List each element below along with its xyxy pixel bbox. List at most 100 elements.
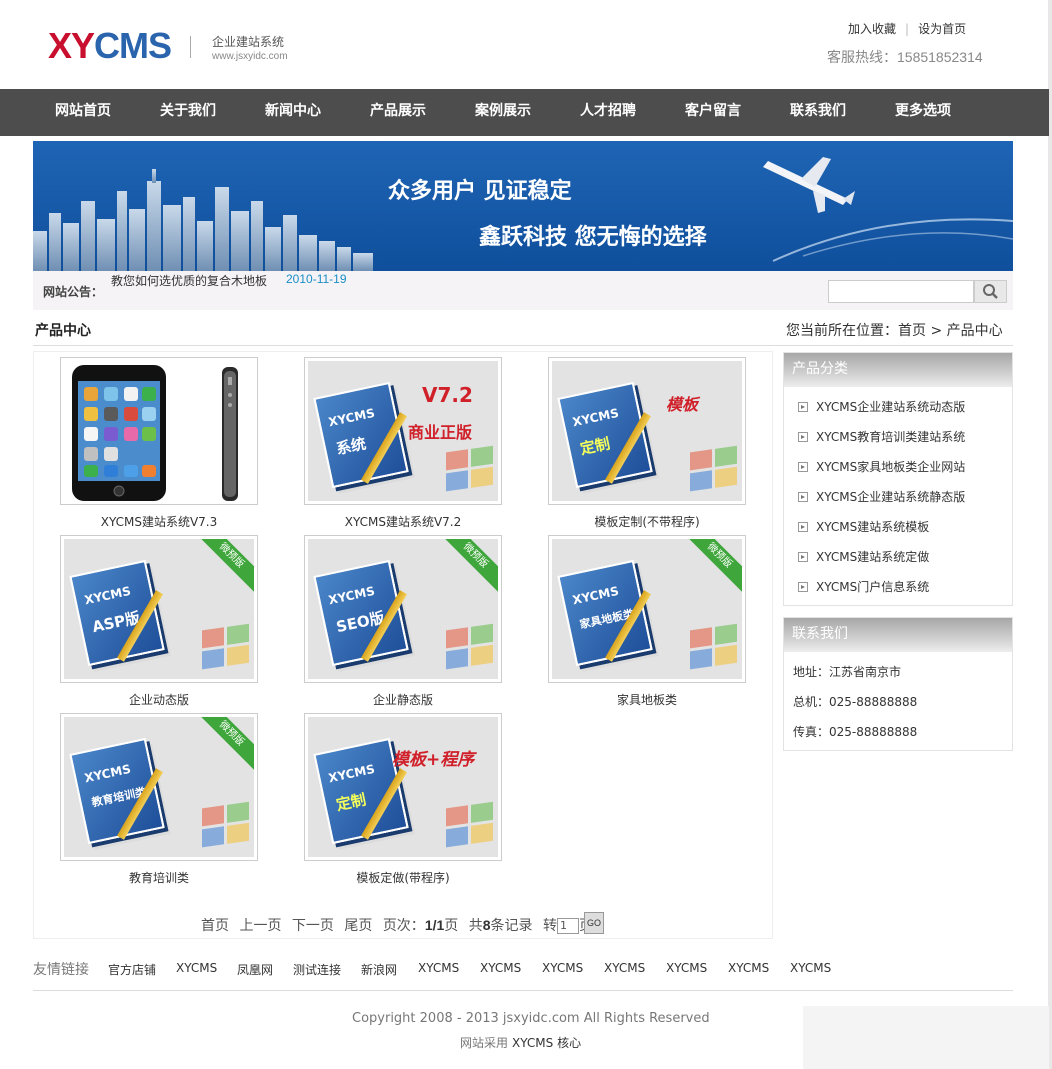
product-card[interactable]: 微预版 XYCMS 家具地板类 家具地板类 xyxy=(548,535,746,708)
friend-link[interactable]: XYCMS xyxy=(418,961,459,975)
product-thumbnail[interactable]: 微预版 XYCMS 家具地板类 xyxy=(548,535,746,683)
go-button[interactable]: GO xyxy=(584,912,604,934)
ribbon-badge: 微预版 xyxy=(436,539,498,595)
breadcrumb-divider xyxy=(33,345,1013,346)
pager-next[interactable]: 下一页 xyxy=(292,918,334,934)
product-thumbnail[interactable]: 微预版 XYCMS ASP版 xyxy=(60,535,258,683)
product-caption[interactable]: 企业动态版 xyxy=(60,691,258,708)
product-caption[interactable]: 企业静态版 xyxy=(304,691,502,708)
hotline-number: 15851852314 xyxy=(897,49,983,65)
site-logo[interactable]: XYCMS xyxy=(48,26,172,66)
product-card[interactable]: XYCMS 定制 模板 模板定制(不带程序) xyxy=(548,357,746,530)
pager-pages-value: 1/1 xyxy=(424,917,445,933)
product-caption[interactable]: 家具地板类 xyxy=(548,691,746,708)
pager-prev[interactable]: 上一页 xyxy=(239,918,281,934)
pager-total-prefix: 共 xyxy=(468,918,483,934)
nav-item-contact[interactable]: 联系我们 xyxy=(790,89,846,136)
product-card[interactable]: XYCMS 系统 V7.2 商业正版 XYCMS建站系统V7.2 xyxy=(304,357,502,530)
product-card[interactable]: 微预版 XYCMS 教育培训类 教育培训类 xyxy=(60,713,258,886)
copyright-text: Copyright 2008 - 2013 jsxyidc.com All Ri… xyxy=(352,1011,710,1026)
friend-link[interactable]: 官方店铺 xyxy=(108,961,156,978)
ribbon-badge: 微预版 xyxy=(192,717,254,773)
logo-url: www.jsxyidc.com xyxy=(212,51,288,62)
search-input[interactable] xyxy=(828,280,974,303)
logo-subtitle: 企业建站系统 xyxy=(212,35,285,49)
nav-item-products[interactable]: 产品展示 xyxy=(370,89,426,136)
friend-link[interactable]: XYCMS xyxy=(176,961,217,975)
nav-item-news[interactable]: 新闻中心 xyxy=(265,89,321,136)
friend-link[interactable]: 凤凰网 xyxy=(237,961,273,978)
category-item[interactable]: XYCMS建站系统定做 xyxy=(798,548,929,565)
bullet-arrow-icon xyxy=(798,492,808,502)
windows-logo-icon xyxy=(202,801,250,849)
product-thumbnail[interactable]: XYCMS 定制 模板 xyxy=(548,357,746,505)
search-button[interactable] xyxy=(974,280,1007,303)
nav-item-about[interactable]: 关于我们 xyxy=(160,89,216,136)
product-caption[interactable]: 模板定做(带程序) xyxy=(304,869,502,886)
page-scrollbar[interactable] xyxy=(1048,0,1052,1069)
bullet-arrow-icon xyxy=(798,552,808,562)
product-caption[interactable]: XYCMS建站系统V7.2 xyxy=(304,513,502,530)
nav-item-more[interactable]: 更多选项 xyxy=(895,89,951,136)
friend-link[interactable]: XYCMS xyxy=(480,961,521,975)
friend-link[interactable]: 测试连接 xyxy=(293,961,341,978)
add-favorite-link[interactable]: 加入收藏 xyxy=(848,22,896,36)
ribbon-badge: 微预版 xyxy=(192,539,254,595)
friend-link[interactable]: XYCMS xyxy=(604,961,645,975)
product-thumbnail[interactable] xyxy=(60,357,258,505)
notice-label: 网站公告： xyxy=(43,285,104,299)
set-homepage-link[interactable]: 设为首页 xyxy=(918,22,966,36)
friend-link[interactable]: XYCMS xyxy=(666,961,707,975)
hero-banner: 众多用户 见证稳定 鑫跃科技 您无悔的选择 xyxy=(33,141,1013,271)
hotline: 客服热线：15851852314 xyxy=(827,47,983,67)
airplane-image xyxy=(763,157,1013,262)
category-box: 产品分类 XYCMS企业建站系统动态版 XYCMS教育培训类建站系统 XYCMS… xyxy=(783,352,1013,606)
page-number-input[interactable]: 1 xyxy=(556,918,579,934)
category-title: 产品分类 xyxy=(784,353,1012,387)
powered-name: XYCMS 核心 xyxy=(512,1036,582,1050)
pager-total-suffix: 条记录 xyxy=(490,918,533,934)
page-title: 产品中心 xyxy=(35,323,91,339)
pager-last[interactable]: 尾页 xyxy=(344,918,372,934)
product-card[interactable]: XYCMS 定制 模板+程序 模板定做(带程序) xyxy=(304,713,502,886)
product-caption[interactable]: XYCMS建站系统V7.3 xyxy=(60,513,258,530)
product-thumbnail[interactable]: XYCMS 定制 模板+程序 xyxy=(304,713,502,861)
product-badge-text: 商业正版 xyxy=(408,423,473,442)
nav-item-jobs[interactable]: 人才招聘 xyxy=(580,89,636,136)
notice-link[interactable]: 教您如何选优质的复合木地板 xyxy=(111,272,267,289)
product-caption[interactable]: 模板定制(不带程序) xyxy=(548,513,746,530)
bullet-arrow-icon xyxy=(798,402,808,412)
pager-pages-unit: 页 xyxy=(444,918,459,934)
product-thumbnail[interactable]: XYCMS 系统 V7.2 商业正版 xyxy=(304,357,502,505)
product-thumbnail[interactable]: 微预版 XYCMS SEO版 xyxy=(304,535,502,683)
category-item[interactable]: XYCMS企业建站系统静态版 xyxy=(798,488,965,505)
category-item[interactable]: XYCMS建站系统模板 xyxy=(798,518,929,535)
windows-logo-icon xyxy=(202,623,250,671)
nav-item-cases[interactable]: 案例展示 xyxy=(475,89,531,136)
friend-link[interactable]: 新浪网 xyxy=(361,961,397,978)
windows-logo-icon xyxy=(446,445,494,493)
category-item[interactable]: XYCMS企业建站系统动态版 xyxy=(798,398,965,415)
product-card[interactable]: XYCMS建站系统V7.3 xyxy=(60,357,258,530)
friend-link[interactable]: XYCMS xyxy=(790,961,831,975)
friend-link[interactable]: XYCMS xyxy=(542,961,583,975)
friend-link[interactable]: XYCMS xyxy=(728,961,769,975)
nav-item-home[interactable]: 网站首页 xyxy=(55,89,111,136)
category-item[interactable]: XYCMS家具地板类企业网站 xyxy=(798,458,965,475)
powered-by: 网站采用 XYCMS 核心 xyxy=(460,1034,581,1051)
pagination: 首页 上一页 下一页 尾页 页次：1/1页 共8条记录 转1页 xyxy=(201,915,599,935)
contact-phone: 总机：025-88888888 xyxy=(793,695,918,709)
category-item[interactable]: XYCMS门户信息系统 xyxy=(798,578,929,595)
breadcrumb: 您当前所在位置：首页 > 产品中心 xyxy=(786,323,1003,339)
footer-divider xyxy=(33,990,1013,991)
bullet-arrow-icon xyxy=(798,582,808,592)
nav-item-messages[interactable]: 客户留言 xyxy=(685,89,741,136)
product-card[interactable]: 微预版 XYCMS ASP版 企业动态版 xyxy=(60,535,258,708)
product-card[interactable]: 微预版 XYCMS SEO版 企业静态版 xyxy=(304,535,502,708)
product-caption[interactable]: 教育培训类 xyxy=(60,869,258,886)
product-thumbnail[interactable]: 微预版 XYCMS 教育培训类 xyxy=(60,713,258,861)
city-skyline-image xyxy=(33,169,373,271)
windows-logo-icon xyxy=(690,623,738,671)
pager-first[interactable]: 首页 xyxy=(201,918,229,934)
category-item[interactable]: XYCMS教育培训类建站系统 xyxy=(798,428,965,445)
